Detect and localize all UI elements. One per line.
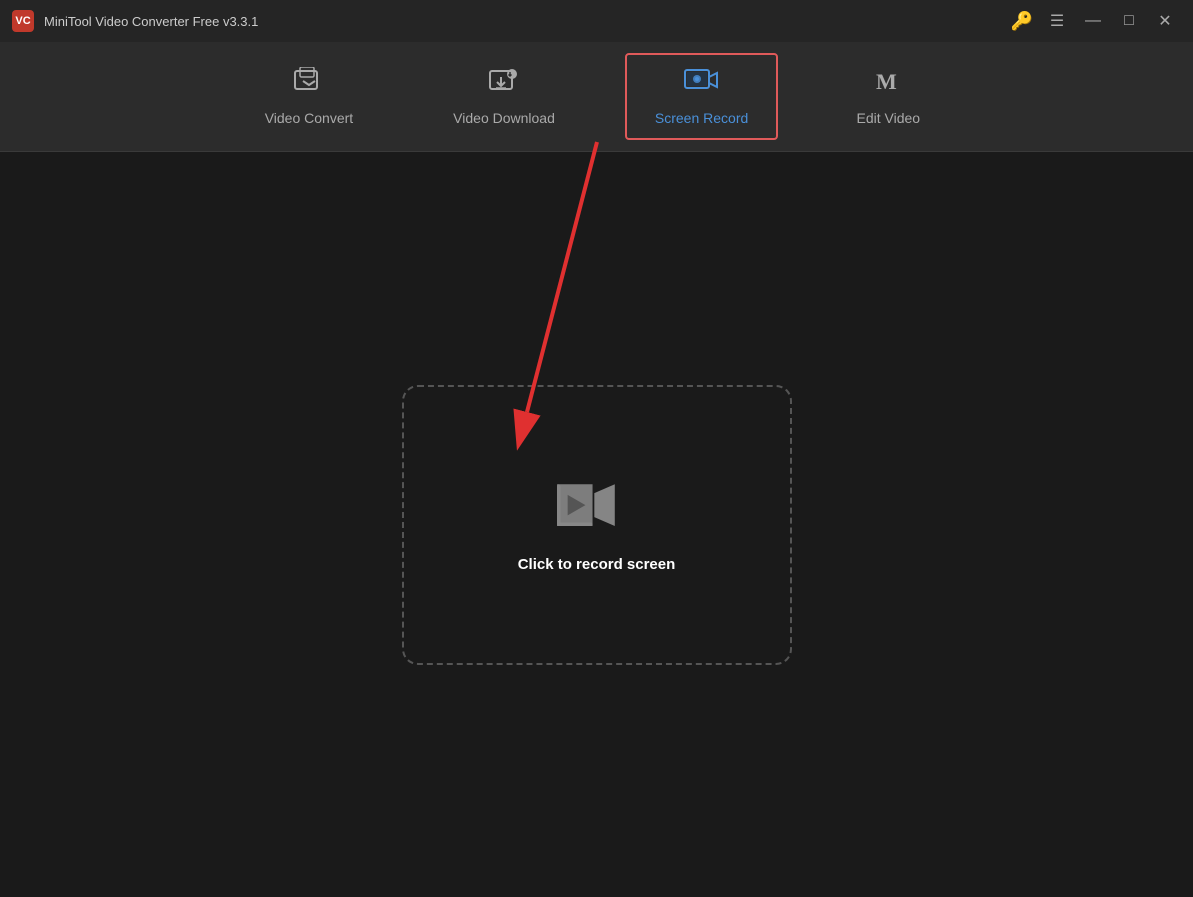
tab-video-convert-label: Video Convert [265, 110, 353, 126]
screen-record-icon [684, 67, 720, 102]
camera-icon-wrapper [557, 476, 637, 536]
edit-video-icon: M [872, 67, 904, 102]
key-icon: 🔑 [1011, 11, 1033, 32]
tab-edit-video[interactable]: M Edit Video [818, 53, 958, 140]
tab-video-download-label: Video Download [453, 110, 555, 126]
record-label: Click to record screen [518, 556, 676, 573]
menu-button[interactable]: ☰ [1041, 5, 1073, 37]
tab-video-convert[interactable]: Video Convert [235, 53, 383, 140]
close-button[interactable]: ✕ [1149, 5, 1181, 37]
tab-screen-record[interactable]: Screen Record [625, 53, 778, 140]
maximize-button[interactable]: □ [1113, 5, 1145, 37]
video-download-icon [488, 67, 520, 102]
camera-record-icon [557, 476, 637, 536]
video-convert-icon [293, 67, 325, 102]
tab-video-download[interactable]: Video Download [423, 53, 585, 140]
nav-bar: Video Convert Video Download [0, 42, 1193, 152]
tab-screen-record-label: Screen Record [655, 110, 748, 126]
window-controls: ☰ — □ ✕ [1041, 5, 1181, 37]
minimize-button[interactable]: — [1077, 5, 1109, 37]
app-logo: VC [12, 10, 34, 32]
tab-edit-video-label: Edit Video [856, 110, 920, 126]
titlebar: VC MiniTool Video Converter Free v3.3.1 … [0, 0, 1193, 42]
record-area[interactable]: Click to record screen [402, 385, 792, 665]
app-title: MiniTool Video Converter Free v3.3.1 [44, 14, 1011, 29]
svg-text:M: M [876, 69, 897, 94]
main-content: Click to record screen [0, 152, 1193, 897]
